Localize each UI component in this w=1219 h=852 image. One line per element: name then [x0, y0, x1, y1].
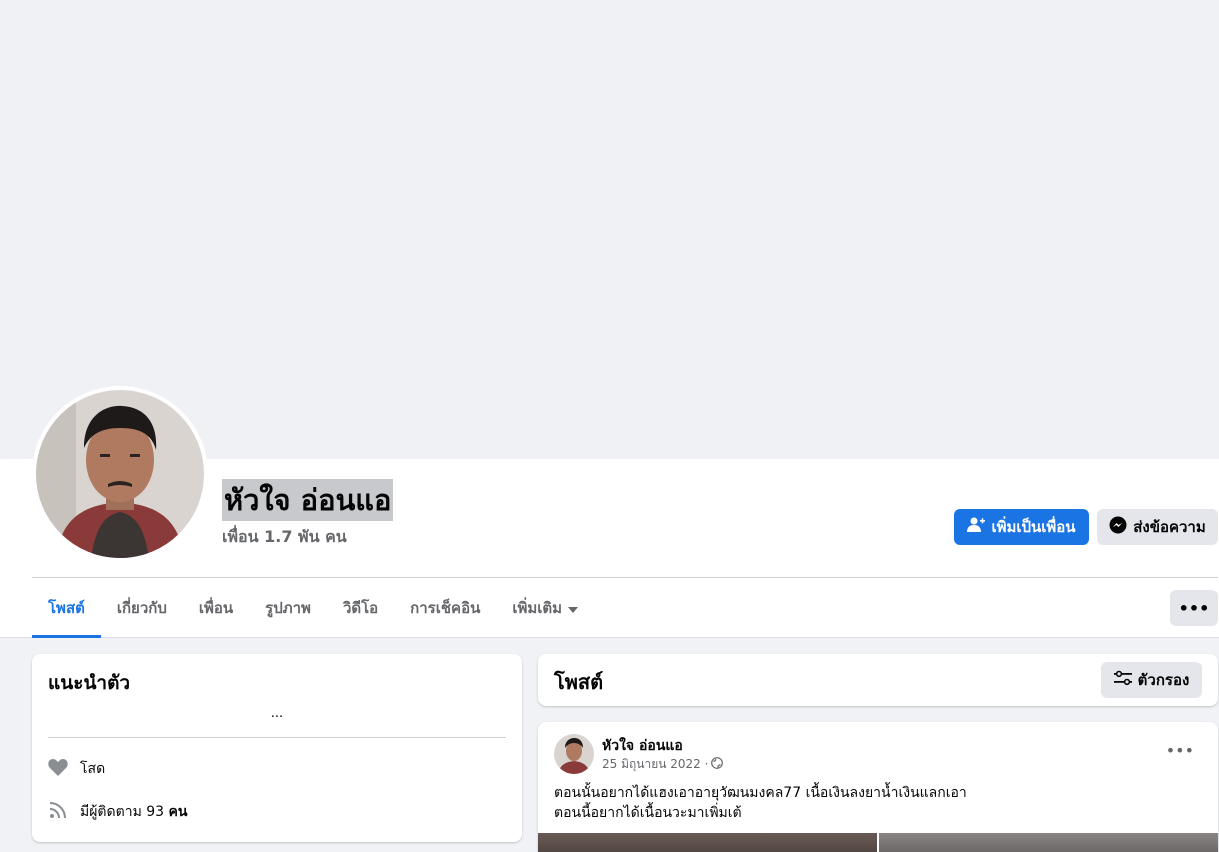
- filter-button[interactable]: ตัวกรอง: [1101, 662, 1202, 698]
- more-dots-icon: •••: [1178, 598, 1210, 618]
- rss-icon: [48, 800, 68, 824]
- post-author-name[interactable]: หัวใจ อ่อนแอ: [602, 735, 683, 757]
- post-text-line: ตอนนั้นอยากได้แฮงเอาอายุวัฒนมงคล77 เนื้อ…: [554, 785, 967, 801]
- cover-photo[interactable]: [0, 0, 1219, 459]
- post-meta: 25 มิถุนายน 2022 ·: [602, 755, 724, 774]
- post-card: หัวใจ อ่อนแอ 25 มิถุนายน 2022 · ••• ตอนน…: [538, 722, 1218, 852]
- bio-placeholder: ...: [270, 706, 284, 721]
- profile-tabs: โพสต์ เกี่ยวกับ เพื่อน รูปภาพ วิดีโอ การ…: [32, 578, 594, 638]
- posts-title: โพสต์: [554, 670, 604, 694]
- followers-unit: คน: [168, 804, 188, 820]
- followers-info[interactable]: มีผู้ติดตาม 93 คน: [48, 800, 187, 824]
- globe-icon: [711, 757, 724, 772]
- post-photo[interactable]: [879, 833, 1218, 852]
- heart-icon: [48, 758, 68, 780]
- post-text-line: ตอนนี้อยากได้เนื้อนวะมาเพิ่มเต้: [554, 805, 742, 821]
- intro-title: แนะนำตัว: [48, 672, 131, 694]
- followers-text: มีผู้ติดตาม 93: [80, 804, 169, 820]
- messenger-icon: [1109, 516, 1127, 538]
- post-date[interactable]: 25 มิถุนายน 2022 ·: [602, 755, 708, 774]
- profile-name: หัวใจ อ่อนแอ: [222, 479, 394, 521]
- intro-card: แนะนำตัว ... โสด มีผู้ติดตาม 93 คน: [32, 654, 522, 842]
- post-options-button[interactable]: •••: [1166, 741, 1194, 760]
- tab-more[interactable]: เพิ่มเติม: [496, 578, 594, 638]
- tab-friends[interactable]: เพื่อน: [183, 578, 249, 638]
- post-text: ตอนนั้นอยากได้แฮงเอาอายุวัฒนมงคล77 เนื้อ…: [554, 783, 967, 823]
- tab-videos[interactable]: วิดีโอ: [327, 578, 394, 638]
- tab-checkins[interactable]: การเช็คอิน: [394, 578, 496, 638]
- post-author-avatar[interactable]: [554, 734, 594, 774]
- intro-divider: [48, 737, 506, 738]
- friends-count[interactable]: เพื่อน 1.7 พัน คน: [222, 525, 347, 550]
- relationship-label: โสด: [80, 761, 106, 777]
- post-photo[interactable]: [538, 833, 877, 852]
- caret-down-icon: [568, 599, 579, 617]
- avatar: [36, 390, 204, 558]
- posts-header-card: โพสต์ ตัวกรอง: [538, 654, 1218, 706]
- add-person-icon: [967, 517, 986, 537]
- tab-posts[interactable]: โพสต์: [32, 578, 101, 638]
- filter-label: ตัวกรอง: [1137, 671, 1190, 689]
- filter-sliders-icon: [1113, 670, 1132, 690]
- add-friend-button[interactable]: เพิ่มเป็นเพื่อน: [954, 509, 1089, 545]
- tab-about[interactable]: เกี่ยวกับ: [101, 578, 183, 638]
- profile-picture[interactable]: [32, 386, 208, 562]
- tab-photos[interactable]: รูปภาพ: [249, 578, 327, 638]
- add-friend-label: เพิ่มเป็นเพื่อน: [991, 518, 1076, 536]
- more-options-button[interactable]: •••: [1170, 590, 1218, 626]
- message-button[interactable]: ส่งข้อความ: [1097, 509, 1218, 545]
- relationship-status: โสด: [48, 758, 105, 780]
- message-label: ส่งข้อความ: [1133, 518, 1206, 536]
